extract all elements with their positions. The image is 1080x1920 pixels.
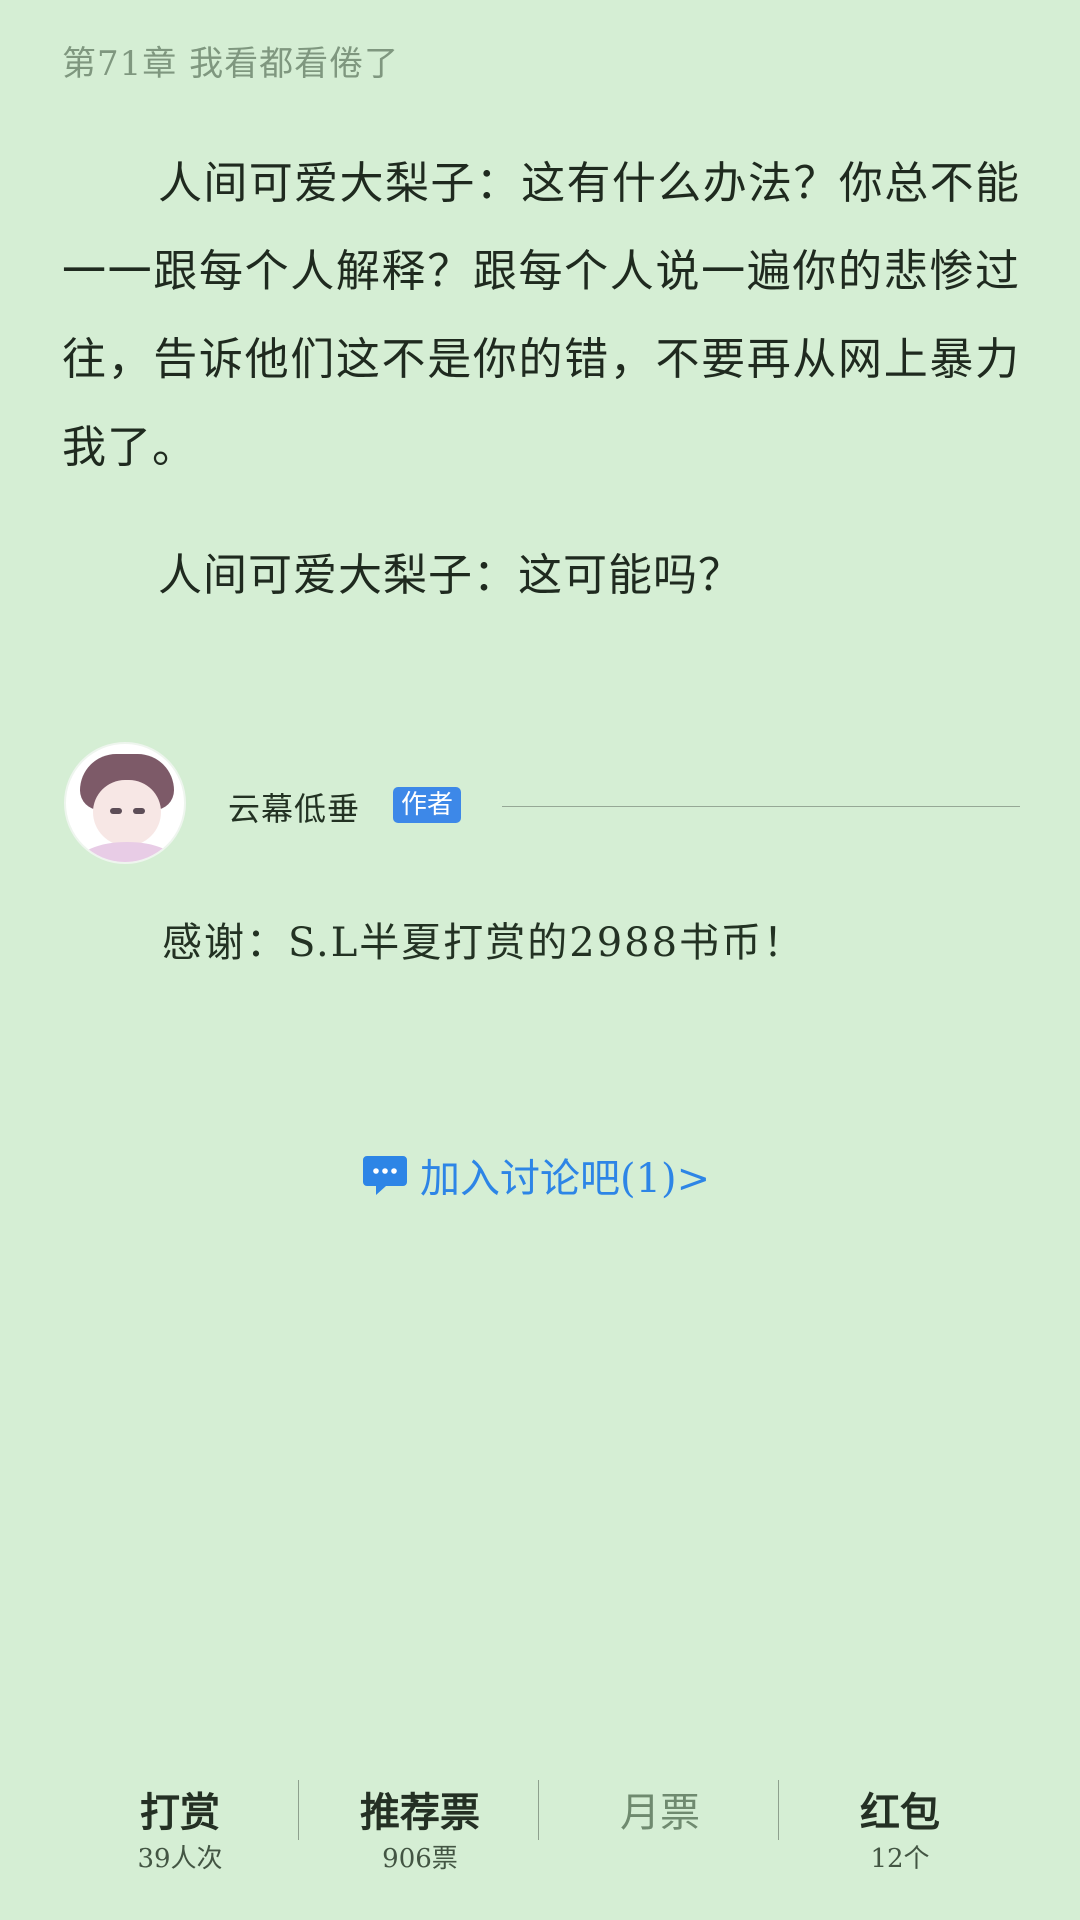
author-avatar[interactable] <box>64 742 186 864</box>
monthly-ticket-label: 月票 <box>620 1790 700 1836</box>
chapter-title: 第71章 我看都看倦了 <box>62 44 400 84</box>
discussion-label: 加入讨论吧(1)> <box>420 1156 711 1202</box>
avatar-face-shape <box>93 780 161 846</box>
red-packet-label: 红包 <box>860 1789 940 1836</box>
recommend-ticket-button[interactable]: 推荐票 906票 <box>300 1766 540 1886</box>
story-paragraph: 人间可爱大梨子：这可能吗？ <box>158 550 743 601</box>
reward-count: 39人次 <box>137 1844 223 1874</box>
author-thanks-text: 感谢：S.L半夏打赏的2988书币！ <box>162 920 806 966</box>
reward-label: 打赏 <box>140 1789 220 1836</box>
recommend-ticket-count: 906票 <box>382 1844 458 1874</box>
recommend-ticket-label: 推荐票 <box>360 1789 480 1836</box>
join-discussion-link[interactable]: 加入讨论吧(1)> <box>362 1146 710 1204</box>
bottom-divider <box>538 1780 539 1840</box>
author-divider <box>502 806 1020 807</box>
chat-bubble-icon <box>363 1156 407 1195</box>
story-paragraph: 人间可爱大梨子：这有什么办法？你总不能一一跟每个人解释？跟每个人说一遍你的悲惨过… <box>62 158 1020 473</box>
author-badge: 作者 <box>393 787 462 823</box>
bottom-divider <box>298 1780 299 1840</box>
bottom-action-bar: 打赏 39人次 推荐票 906票 月票 红包 12个 <box>60 1766 1020 1886</box>
author-name[interactable]: 云幕低垂 <box>228 784 360 830</box>
red-packet-count: 12个 <box>870 1844 930 1874</box>
avatar-shoulder-shape <box>76 842 178 862</box>
bottom-divider <box>778 1780 779 1840</box>
avatar-eye-shape <box>133 808 145 814</box>
chapter-content: 人间可爱大梨子：这有什么办法？你总不能一一跟每个人解释？跟每个人说一遍你的悲惨过… <box>62 140 1020 660</box>
red-packet-button[interactable]: 红包 12个 <box>780 1766 1020 1886</box>
author-note-section: 云幕低垂 作者 <box>62 742 1020 872</box>
reward-button[interactable]: 打赏 39人次 <box>60 1766 300 1886</box>
avatar-eye-shape <box>110 808 122 814</box>
monthly-ticket-button[interactable]: 月票 <box>540 1766 780 1886</box>
